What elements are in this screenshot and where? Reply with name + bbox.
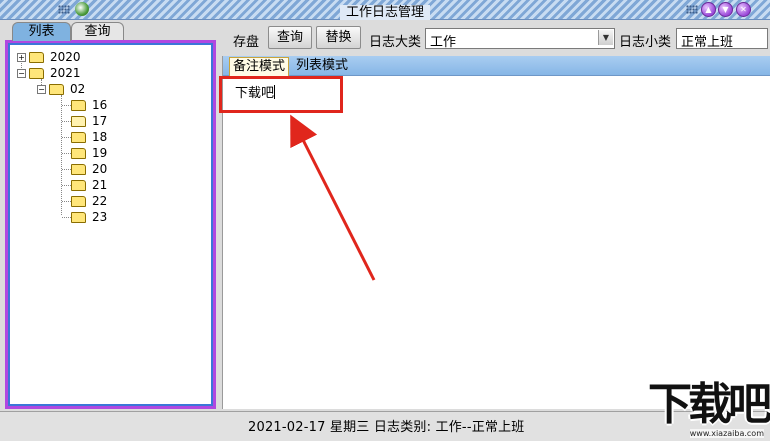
watermark-logo: 下载吧 www.xiazaiba.com [632,379,770,440]
annotation-arrow [290,114,376,281]
watermark-text: 下载吧 [648,379,770,430]
watermark-url: www.xiazaiba.com [689,429,764,438]
status-text: 2021-02-17 星期三 日志类别: 工作--正常上班 [248,420,525,435]
tab-list[interactable]: 列表 [12,22,71,41]
